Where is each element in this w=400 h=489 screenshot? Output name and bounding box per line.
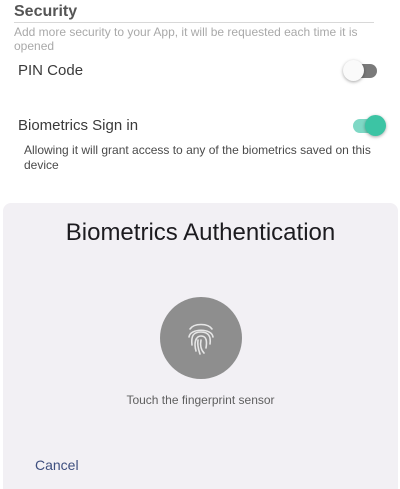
biometrics-sign-in-toggle[interactable]	[351, 114, 387, 138]
biometrics-sign-in-label: Biometrics Sign in	[18, 117, 139, 134]
pin-toggle-thumb	[343, 60, 364, 81]
biometric-prompt-sheet: Biometrics Authentication Touch the fing…	[3, 203, 398, 489]
pin-code-label: PIN Code	[18, 62, 84, 79]
fingerprint-hint: Touch the fingerprint sensor	[126, 393, 275, 407]
section-divider	[14, 22, 374, 23]
security-section-description: Add more security to your App, it will b…	[14, 25, 358, 53]
cancel-button[interactable]: Cancel	[27, 453, 87, 477]
biometrics-description: Allowing it will grant access to any of …	[24, 143, 371, 172]
pin-code-toggle[interactable]	[343, 59, 379, 83]
fingerprint-icon	[188, 323, 214, 355]
fingerprint-sensor-button	[160, 297, 242, 379]
biometric-prompt-title: Biometrics Authentication	[65, 219, 336, 246]
security-section-title: Security	[14, 3, 78, 20]
security-settings-screen: Security Add more security to your App, …	[0, 0, 400, 489]
biometrics-toggle-thumb	[365, 115, 386, 136]
